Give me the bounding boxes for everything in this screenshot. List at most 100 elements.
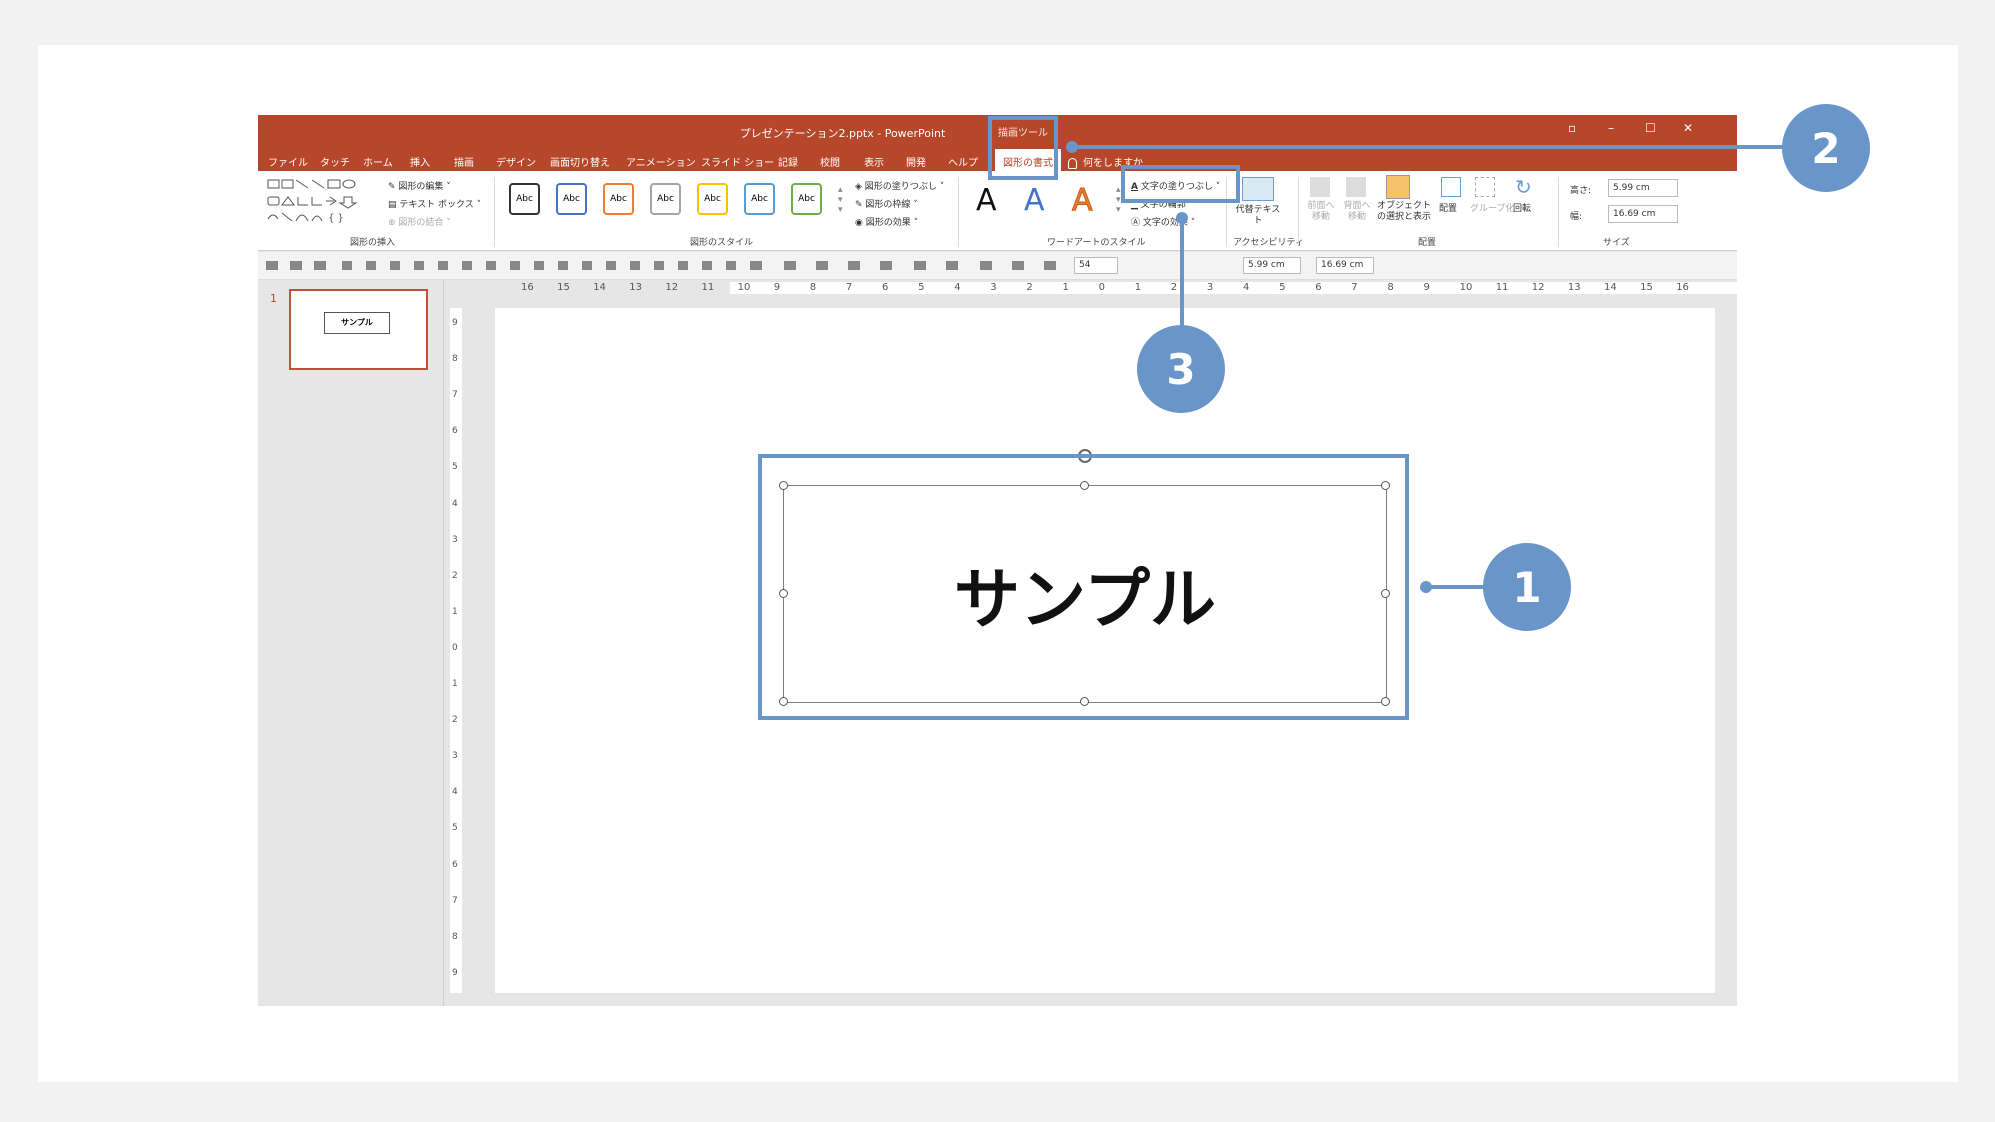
- ruler-v-label: 5: [452, 462, 458, 473]
- toolbar-icons[interactable]: [264, 252, 1084, 280]
- rotate-button[interactable]: 回転: [1513, 201, 1531, 214]
- send-backward-button[interactable]: 背面へ移動: [1340, 201, 1374, 223]
- ruler-h-label: 13: [629, 282, 643, 293]
- tab-design[interactable]: デザイン: [496, 154, 536, 169]
- tab-transitions[interactable]: 画面切り替え: [550, 154, 610, 169]
- ruler-v-label: 8: [452, 354, 458, 365]
- wordart-preset-1[interactable]: A: [976, 183, 997, 218]
- width-label: 幅:: [1570, 212, 1583, 222]
- shape-outline-button[interactable]: ✎ 図形の枠線 ˅: [855, 197, 918, 210]
- tab-view[interactable]: 表示: [864, 154, 884, 169]
- callout-2-connector: [1070, 145, 1790, 149]
- ruler-h-label: 10: [737, 282, 751, 293]
- alt-text-icon: [1242, 177, 1274, 201]
- ruler-h-label: 15: [1640, 282, 1653, 293]
- alt-text-button[interactable]: 代替テキスト: [1234, 205, 1282, 227]
- group-label-insert-shapes: 図形の挿入: [350, 238, 396, 248]
- shape-style-preset-4[interactable]: Abc: [650, 183, 681, 215]
- font-size-input[interactable]: 54: [1074, 257, 1118, 274]
- tab-draw[interactable]: 描画: [454, 154, 474, 169]
- ruler-v-label: 9: [452, 318, 458, 328]
- tab-insert[interactable]: 挿入: [410, 154, 430, 169]
- ruler-h-label: 6: [1315, 282, 1322, 293]
- rotate-icon: ↻: [1515, 175, 1532, 199]
- bring-forward-button[interactable]: 前面へ移動: [1304, 201, 1338, 223]
- tab-touch[interactable]: タッチ: [320, 154, 350, 169]
- group-button[interactable]: グループ化: [1470, 201, 1514, 214]
- ruler-h-label: 16: [521, 282, 534, 293]
- maximize-icon[interactable]: ☐: [1645, 121, 1656, 135]
- tab-review[interactable]: 校閲: [820, 154, 840, 169]
- shape-style-preset-1[interactable]: Abc: [509, 183, 540, 215]
- shape-styles-scroll[interactable]: ▴ ▾ ▾: [838, 185, 843, 215]
- group-icon: [1475, 177, 1495, 197]
- ruler-h-label: 11: [701, 282, 715, 293]
- tab-animations[interactable]: アニメーション: [626, 154, 696, 169]
- slide-thumbnail[interactable]: サンプル: [289, 289, 428, 370]
- ruler-v-label: 9: [452, 967, 458, 978]
- ruler-h-label: 0: [1098, 282, 1105, 293]
- group-label-accessibility: アクセシビリティ: [1233, 238, 1305, 248]
- lightbulb-icon: [1068, 157, 1077, 169]
- edit-shape-button[interactable]: ✎ 図形の編集 ˅: [388, 179, 451, 192]
- tab-developer[interactable]: 開発: [906, 154, 926, 169]
- tab-home[interactable]: ホーム: [363, 154, 393, 169]
- ruler-h-label: 7: [1351, 282, 1358, 293]
- ruler-v-label: 3: [452, 751, 458, 762]
- callout-1-anchor: [1420, 581, 1432, 593]
- ruler-v-label: 3: [452, 534, 458, 545]
- selection-pane-button[interactable]: オブジェクトの選択と表示: [1376, 201, 1432, 223]
- group-label-wordart-styles: ワードアートのスタイル: [1047, 238, 1146, 248]
- callout-3: 3: [1137, 325, 1225, 413]
- tab-slideshow[interactable]: スライド ショー: [701, 154, 774, 169]
- svg-text:{ }: { }: [328, 213, 344, 224]
- shape-fill-button[interactable]: ◈ 図形の塗りつぶし ˅: [855, 179, 944, 192]
- ruler-h-label: 7: [845, 282, 853, 293]
- ribbon: { } ✎ 図形の編集 ˅ ▤ テキスト ボックス ˅ ⊕ 図形の結合 ˅ 図形…: [258, 171, 1737, 251]
- wordart-preset-2[interactable]: A: [1024, 183, 1045, 218]
- minimize-icon[interactable]: –: [1608, 121, 1614, 135]
- wordart-scroll[interactable]: ▴ ▾ ▾: [1116, 185, 1121, 215]
- ruler-h-label: 6: [882, 282, 889, 293]
- align-button[interactable]: 配置: [1439, 201, 1457, 214]
- shape-style-preset-7[interactable]: Abc: [791, 183, 822, 215]
- text-box-button[interactable]: ▤ テキスト ボックス ˅: [388, 197, 481, 210]
- ruler-v-label: 4: [452, 787, 458, 798]
- shape-style-preset-6[interactable]: Abc: [744, 183, 775, 215]
- ruler-h-label: 3: [990, 282, 997, 293]
- toolbar-width-input[interactable]: 16.69 cm: [1316, 257, 1374, 274]
- ruler-h-label: 8: [809, 282, 817, 293]
- group-label-size: サイズ: [1603, 238, 1630, 248]
- ruler-h-label: 8: [1387, 282, 1394, 293]
- ruler-h-label: 4: [1243, 282, 1250, 293]
- highlight-shape-format-tab: [988, 116, 1058, 180]
- close-icon[interactable]: ✕: [1683, 121, 1693, 135]
- ruler-h-label: 13: [1567, 282, 1581, 293]
- shape-style-preset-3[interactable]: Abc: [603, 183, 634, 215]
- shape-effects-button[interactable]: ◉ 図形の効果 ˅: [855, 215, 918, 228]
- merge-shapes-button[interactable]: ⊕ 図形の結合 ˅: [388, 215, 451, 228]
- ruler-v-label: 7: [452, 895, 458, 906]
- tab-help[interactable]: ヘルプ: [948, 154, 978, 169]
- ruler-h-label: 2: [1170, 282, 1178, 293]
- horizontal-ruler: [493, 280, 1737, 296]
- tab-record[interactable]: 記録: [778, 154, 798, 169]
- ruler-h-label: 5: [1279, 282, 1286, 293]
- shapes-gallery[interactable]: { }: [266, 177, 378, 229]
- ruler-v-label: 6: [452, 426, 458, 437]
- tab-file[interactable]: ファイル: [268, 154, 308, 169]
- ruler-v-label: 1: [452, 679, 458, 689]
- group-label-arrange: 配置: [1418, 238, 1437, 248]
- ribbon-display-icon[interactable]: ▫: [1568, 121, 1576, 135]
- thumbnail-shape: サンプル: [324, 312, 390, 334]
- ruler-h-label: 10: [1459, 282, 1473, 293]
- ruler-h-label: 1: [1062, 282, 1069, 293]
- shape-style-preset-2[interactable]: Abc: [556, 183, 587, 215]
- wordart-preset-3[interactable]: A: [1072, 183, 1094, 219]
- toolbar-height-input[interactable]: 5.99 cm: [1243, 257, 1301, 274]
- slide-thumbnail-pane: 1 サンプル: [258, 280, 444, 1006]
- width-input[interactable]: 16.69 cm: [1608, 205, 1678, 223]
- height-input[interactable]: 5.99 cm: [1608, 179, 1678, 197]
- shape-style-preset-5[interactable]: Abc: [697, 183, 728, 215]
- ruler-h-label: 12: [1531, 282, 1545, 293]
